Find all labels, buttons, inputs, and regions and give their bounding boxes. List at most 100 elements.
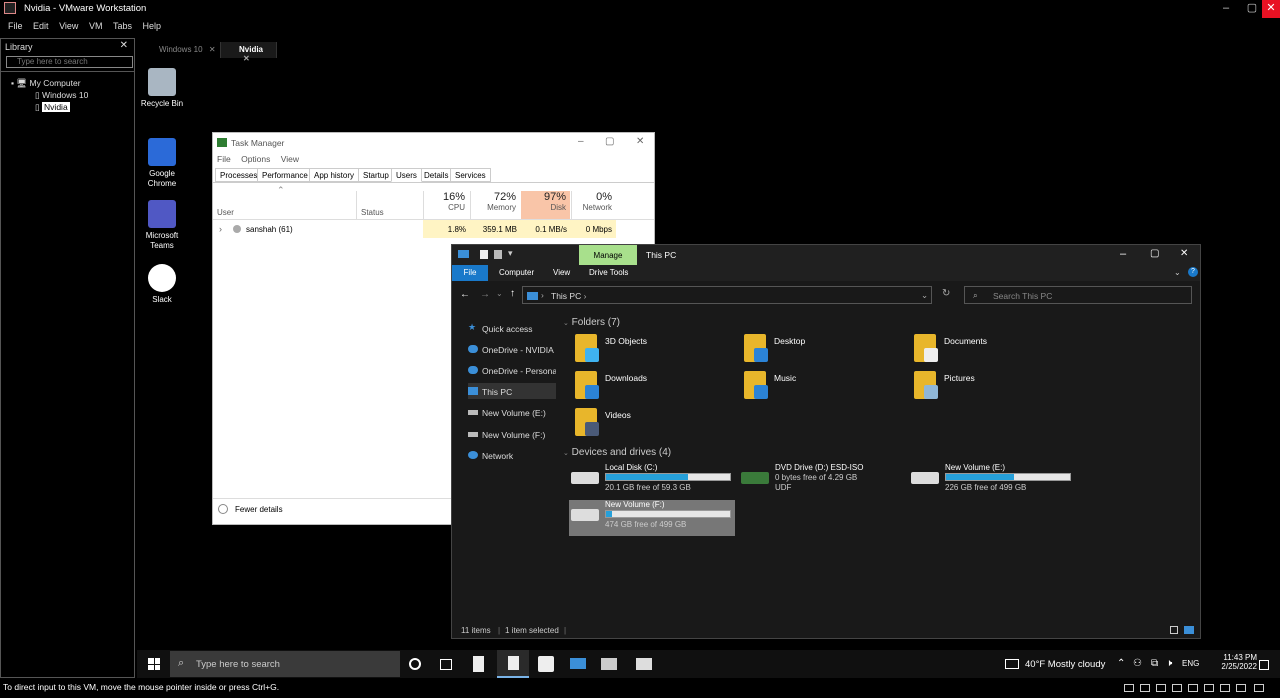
volume-muted-icon[interactable]: 🕨 — [1166, 658, 1172, 669]
desktop-icon-recycle-bin[interactable]: Recycle Bin — [135, 68, 189, 109]
tree-item-windows10[interactable]: ▯ Windows 10 — [35, 90, 88, 101]
taskbar-search[interactable]: ⌕ Type here to search — [170, 651, 400, 677]
tm-menu-file[interactable]: File — [217, 154, 231, 164]
drive-d[interactable]: DVD Drive (D:) ESD-ISO 0 bytes free of 4.… — [739, 463, 905, 497]
people-icon[interactable]: ⚇ — [1133, 658, 1142, 669]
cortana-icon[interactable] — [409, 658, 421, 670]
expand-chevron-icon[interactable]: › — [219, 224, 222, 234]
details-view-icon[interactable] — [1170, 626, 1178, 634]
library-search-input[interactable]: Type here to search — [6, 56, 133, 68]
up-icon[interactable]: ↑ — [510, 288, 515, 299]
library-close-icon[interactable]: ✕ — [120, 40, 128, 51]
tree-item-nvidia[interactable]: ▯ Nvidia — [35, 102, 70, 113]
tm-col-user[interactable]: User — [217, 208, 234, 217]
nav-new-volume-e[interactable]: New Volume (E:) — [468, 404, 556, 420]
tree-item-my-computer[interactable]: ▪ 🖥 My Computer — [11, 78, 81, 89]
tm-tab-users[interactable]: Users — [391, 168, 422, 182]
device-icon[interactable] — [1172, 684, 1182, 692]
device-icon[interactable] — [1220, 684, 1230, 692]
recent-dropdown-icon[interactable]: ⌄ — [496, 289, 503, 298]
nav-network[interactable]: Network — [468, 447, 556, 463]
desktop-icon-teams[interactable]: Microsoft Teams — [135, 200, 189, 251]
tm-col-cpu[interactable]: 16% CPU — [423, 191, 469, 219]
tray-chevron-icon[interactable]: ⌃ — [1117, 658, 1125, 669]
manage-tab[interactable]: Manage — [579, 245, 637, 265]
start-button[interactable] — [148, 658, 160, 670]
explorer-maximize-button[interactable]: ▢ — [1150, 248, 1159, 259]
store-icon[interactable] — [538, 656, 554, 672]
device-icon[interactable] — [1204, 684, 1214, 692]
menu-vm[interactable]: VM — [89, 21, 103, 31]
weather-text[interactable]: 40°F Mostly cloudy — [1025, 659, 1105, 670]
folder-downloads[interactable]: Downloads — [575, 371, 735, 403]
device-icon[interactable] — [1124, 684, 1134, 692]
tm-tab-details[interactable]: Details — [419, 168, 454, 182]
menu-view[interactable]: View — [59, 21, 78, 31]
back-icon[interactable]: ← — [460, 289, 470, 300]
nav-this-pc[interactable]: This PC — [468, 383, 556, 399]
drive-c[interactable]: Local Disk (C:) 20.1 GB free of 59.3 GB — [569, 463, 735, 497]
nav-new-volume-f[interactable]: New Volume (F:) — [468, 426, 556, 442]
nav-quick-access[interactable]: ★ Quick access — [468, 320, 556, 336]
tm-close-button[interactable]: ✕ — [636, 136, 644, 147]
address-dropdown-icon[interactable]: ⌄ — [921, 290, 928, 301]
address-chevron-icon[interactable]: › — [541, 290, 544, 300]
large-icons-view-icon[interactable] — [1184, 626, 1194, 634]
nav-onedrive-nvidia[interactable]: OneDrive - NVIDIA C — [468, 341, 556, 357]
file-icon[interactable] — [473, 656, 484, 672]
mail-icon[interactable] — [570, 658, 586, 669]
ribbon-view[interactable]: View — [553, 268, 570, 277]
tm-minimize-button[interactable]: – — [578, 136, 584, 147]
folder-3d-objects[interactable]: 3D Objects — [575, 334, 735, 366]
device-icon[interactable] — [1140, 684, 1150, 692]
explorer-taskbar-button[interactable] — [497, 650, 529, 678]
weather-icon[interactable] — [1005, 659, 1019, 669]
folder-pictures[interactable]: Pictures — [914, 371, 1074, 403]
new-folder-icon[interactable] — [494, 250, 502, 259]
language-indicator[interactable]: ENG — [1182, 659, 1199, 668]
menu-help[interactable]: Help — [142, 21, 161, 31]
nav-onedrive-personal[interactable]: OneDrive - Personal — [468, 362, 556, 378]
tm-menu-view[interactable]: View — [281, 154, 299, 164]
vmware-tools-icon[interactable] — [601, 658, 617, 670]
notification-icon[interactable] — [1259, 660, 1269, 670]
close-button[interactable]: ✕ — [1262, 0, 1280, 18]
properties-icon[interactable] — [480, 250, 488, 259]
app-icon[interactable] — [636, 658, 652, 670]
ribbon-file[interactable]: File — [452, 265, 488, 281]
menu-tabs[interactable]: Tabs — [113, 21, 132, 31]
tm-col-status[interactable]: Status — [356, 191, 384, 219]
folder-music[interactable]: Music — [744, 371, 904, 403]
tm-tab-performance[interactable]: Performance — [257, 168, 313, 182]
tm-tab-services[interactable]: Services — [450, 168, 491, 182]
device-icon[interactable] — [1156, 684, 1166, 692]
vm-tab-nvidia[interactable]: Nvidia ✕ — [221, 42, 277, 63]
ribbon-computer[interactable]: Computer — [499, 268, 534, 277]
tm-tab-startup[interactable]: Startup — [358, 168, 394, 182]
refresh-icon[interactable]: ↻ — [942, 288, 950, 299]
tm-tab-processes[interactable]: Processes — [215, 168, 263, 182]
drives-header[interactable]: ⌄ Devices and drives (4) — [563, 447, 671, 458]
tm-menu-options[interactable]: Options — [241, 154, 270, 164]
clock[interactable]: 11:43 PM 2/25/2022 — [1207, 653, 1257, 671]
explorer-minimize-button[interactable]: – — [1120, 248, 1126, 260]
menu-file[interactable]: File — [8, 21, 23, 31]
search-input[interactable]: ⌕ Search This PC — [964, 286, 1192, 304]
tm-tab-app-history[interactable]: App history — [309, 168, 360, 182]
tm-col-memory[interactable]: 72% Memory — [470, 191, 520, 219]
desktop-icon-slack[interactable]: Slack — [135, 264, 189, 305]
desktop-icon-chrome[interactable]: Google Chrome — [135, 138, 189, 189]
qat-dropdown-icon[interactable]: ▾ — [508, 248, 513, 259]
explorer-close-button[interactable]: ✕ — [1180, 248, 1188, 259]
maximize-button[interactable]: ▢ — [1242, 0, 1262, 18]
folders-header[interactable]: ⌄ Folders (7) — [563, 317, 620, 328]
network-status-icon[interactable]: ⧉ — [1151, 658, 1158, 669]
menu-edit[interactable]: Edit — [33, 21, 49, 31]
tm-col-network[interactable]: 0% Network — [571, 191, 616, 219]
tm-col-disk[interactable]: 97% Disk — [521, 191, 570, 219]
task-view-icon[interactable] — [440, 659, 452, 670]
device-icon[interactable] — [1254, 684, 1264, 692]
fewer-details-link[interactable]: Fewer details — [235, 505, 283, 514]
folder-documents[interactable]: Documents — [914, 334, 1074, 366]
device-icon[interactable] — [1236, 684, 1246, 692]
